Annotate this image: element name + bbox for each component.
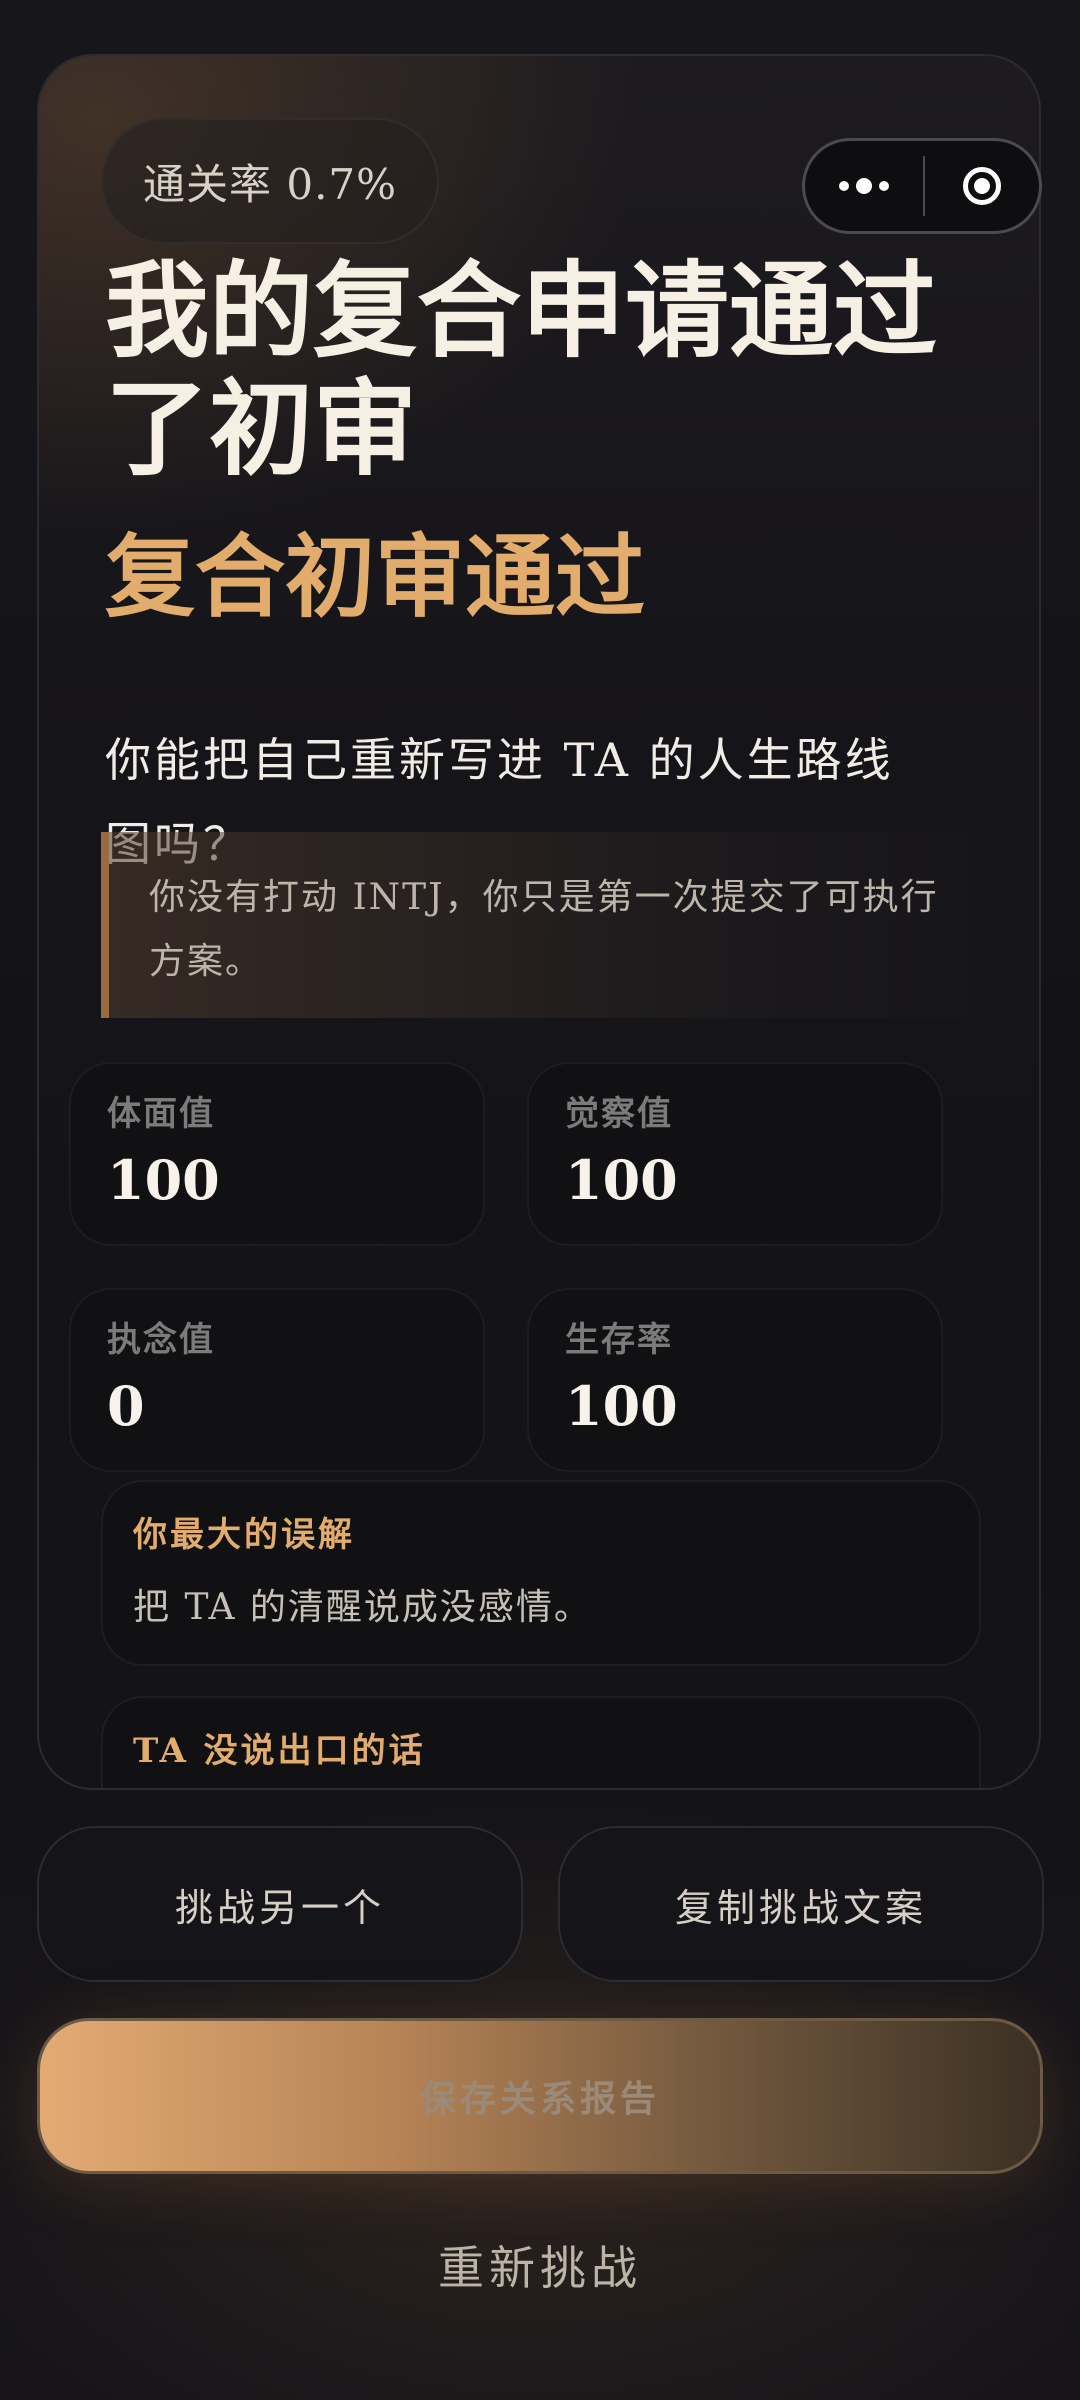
stat-value: 0 [107,1374,145,1438]
misunderstanding-body: 把 TA 的清醒说成没感情。 [133,1587,592,1628]
stat-card-obsession: 执念值 0 [69,1288,485,1472]
challenge-another-label: 挑战另一个 [174,1885,385,1930]
result-quote: 你没有打动 INTJ，你只是第一次提交了可执行方案。 [101,832,1001,1018]
retry-button[interactable]: 重新挑战 [0,2232,1080,2298]
copy-challenge-text-label: 复制挑战文案 [674,1885,927,1930]
result-card: 通关率 0.7% 我的复合申请通过了初审 复合初审通过 你能把自己重新写进 TA… [37,54,1041,1790]
pass-rate-text: 通关率 0.7% [143,159,398,209]
stat-value: 100 [565,1148,678,1212]
stat-label: 执念值 [107,1320,215,1360]
stat-value: 100 [107,1148,220,1212]
result-quote-text: 你没有打动 INTJ，你只是第一次提交了可执行方案。 [149,877,939,982]
stat-label: 觉察值 [565,1094,673,1134]
unsaid-heading: TA 没说出口的话 [133,1731,426,1771]
more-dots-icon[interactable] [805,141,923,231]
stat-card-survival: 生存率 100 [527,1288,943,1472]
save-report-button[interactable]: 保存关系报告 [37,2018,1043,2174]
pass-rate-badge: 通关率 0.7% [101,118,440,244]
target-close-icon[interactable] [925,141,1039,231]
unsaid-section: TA 没说出口的话 [101,1696,981,1788]
mini-program-capsule [802,138,1042,234]
stat-card-dignity: 体面值 100 [69,1062,485,1246]
stat-label: 生存率 [565,1320,673,1360]
misunderstanding-heading: 你最大的误解 [133,1515,355,1555]
copy-challenge-text-button[interactable]: 复制挑战文案 [558,1826,1044,1982]
result-subtitle: 复合初审通过 [105,524,645,630]
result-title: 我的复合申请通过了初审 [105,249,938,490]
challenge-another-button[interactable]: 挑战另一个 [37,1826,523,1982]
stat-card-awareness: 觉察值 100 [527,1062,943,1246]
stat-label: 体面值 [107,1094,215,1134]
save-report-label: 保存关系报告 [419,2078,660,2120]
misunderstanding-section: 你最大的误解 把 TA 的清醒说成没感情。 [101,1480,981,1666]
stat-value: 100 [565,1374,678,1438]
